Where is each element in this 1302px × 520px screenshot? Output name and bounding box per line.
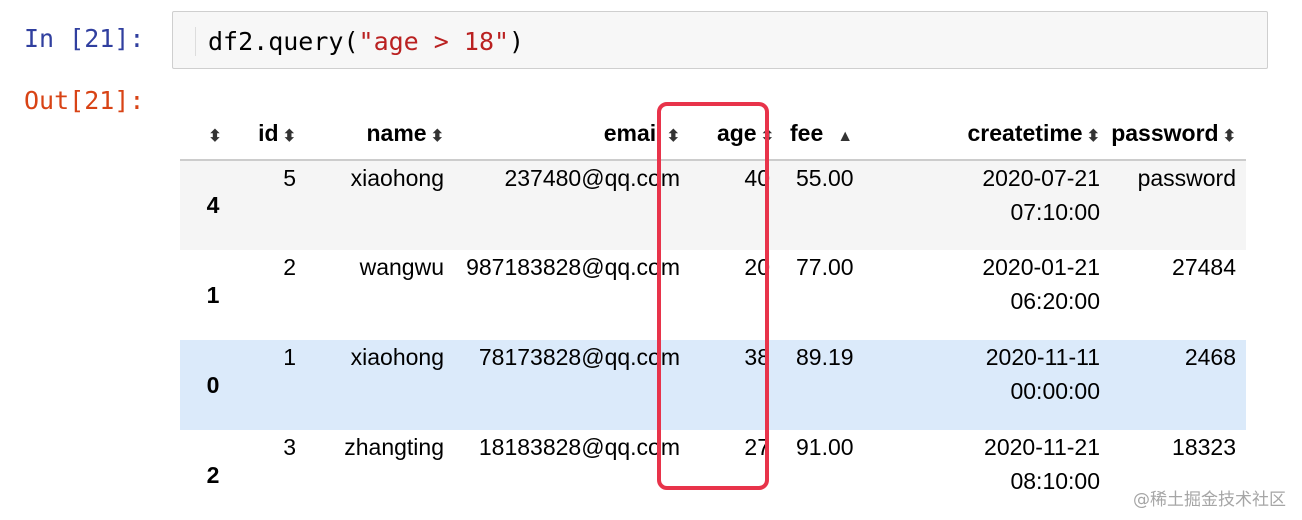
column-header-id[interactable]: id ⬍: [246, 108, 296, 160]
code-string-arg: "age > 18": [358, 27, 510, 56]
cell-email: 237480@qq.com: [504, 165, 680, 191]
column-label: createtime: [967, 120, 1083, 146]
cell-fee: 89.19: [796, 344, 854, 370]
row-index: 0: [206, 371, 220, 398]
cell-name: xiaohong: [350, 344, 444, 370]
cell-time: 07:10:00: [1010, 199, 1100, 225]
cell-fee: 91.00: [796, 434, 854, 460]
cell-email: 987183828@qq.com: [466, 254, 680, 280]
output-prompt: Out[21]:: [24, 86, 145, 115]
sort-icon[interactable]: ⬍: [1087, 126, 1100, 146]
cell-createtime: 2020-07-21 07:10:00: [930, 160, 1100, 250]
sort-asc-icon[interactable]: ▲: [837, 128, 853, 146]
code-cell[interactable]: df2.query("age > 18"): [172, 11, 1268, 69]
cell-date: 2020-11-21: [984, 434, 1100, 460]
cell-password: password: [1137, 165, 1236, 191]
cell-time: 08:10:00: [1010, 468, 1100, 494]
cell-name: wangwu: [359, 254, 444, 280]
cell-email: 78173828@qq.com: [478, 344, 680, 370]
column-label: password: [1111, 120, 1219, 146]
cell-name: xiaohong: [350, 165, 444, 191]
cell-time: 00:00:00: [1010, 378, 1100, 404]
cell-id: 5: [283, 165, 296, 191]
column-header-name[interactable]: name ⬍: [296, 108, 445, 160]
column-label: id: [258, 120, 279, 146]
cell-date: 2020-11-11: [985, 344, 1100, 370]
column-label: email: [603, 120, 663, 146]
code-open-paren: (: [343, 27, 359, 56]
row-index: 1: [206, 281, 220, 308]
cell-id: 3: [283, 434, 296, 460]
cell-fee: 77.00: [796, 254, 854, 280]
sort-icon[interactable]: ⬍: [431, 126, 444, 146]
sort-icon[interactable]: ⬍: [1223, 126, 1236, 146]
column-header-fee[interactable]: fee ▲: [790, 108, 930, 160]
cell-date: 2020-01-21: [982, 254, 1100, 280]
column-label: fee: [790, 120, 824, 146]
cell-email: 18183828@qq.com: [478, 434, 680, 460]
cell-id: 2: [283, 254, 296, 280]
cell-time: 06:20:00: [1010, 288, 1100, 314]
watermark: @稀土掘金技术社区: [1133, 490, 1286, 510]
cell-fee: 55.00: [796, 165, 854, 191]
cell-date: 2020-07-21: [982, 165, 1100, 191]
column-header-password[interactable]: password ⬍: [1100, 108, 1246, 160]
cell-createtime: 2020-01-21 06:20:00: [930, 250, 1100, 340]
column-label: name: [366, 120, 427, 146]
index-header[interactable]: ⬍: [180, 108, 246, 160]
cell-password: 2468: [1184, 344, 1236, 370]
sort-icon[interactable]: ⬍: [208, 126, 221, 146]
cell-createtime: 2020-11-21 08:10:00: [930, 430, 1100, 520]
cell-id: 1: [283, 344, 296, 370]
row-index: 2: [206, 461, 220, 488]
cell-password: 27484: [1172, 254, 1236, 280]
age-column-highlight-box: [657, 102, 769, 490]
cell-name: zhangting: [344, 434, 444, 460]
input-prompt: In [21]:: [24, 24, 145, 53]
row-index: 4: [206, 192, 220, 218]
column-header-createtime[interactable]: createtime ⬍: [930, 108, 1100, 160]
cell-createtime: 2020-11-11 00:00:00: [930, 340, 1100, 430]
sort-icon[interactable]: ⬍: [283, 126, 296, 146]
code-close-paren: ): [509, 27, 525, 56]
column-header-email[interactable]: email ⬍: [444, 108, 680, 160]
code-line[interactable]: df2.query("age > 18"): [195, 27, 524, 56]
code-function: df2.query: [208, 27, 344, 56]
